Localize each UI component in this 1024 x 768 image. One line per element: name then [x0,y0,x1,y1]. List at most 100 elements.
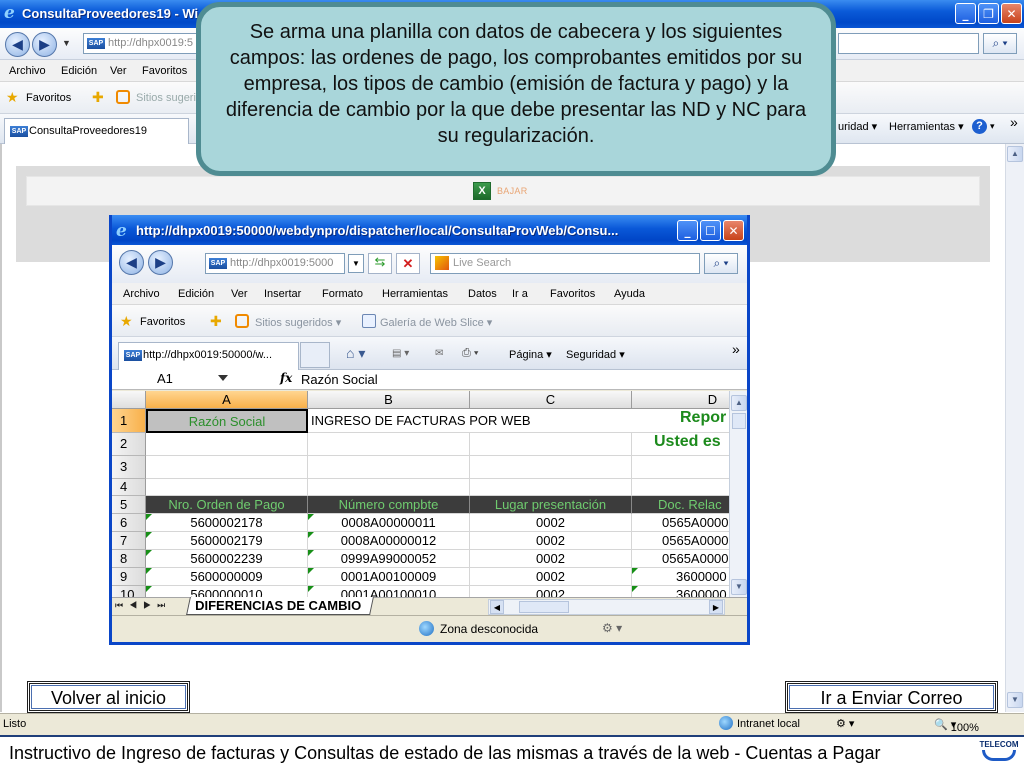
table-cell[interactable]: 0002 [470,568,632,586]
mail-icon[interactable]: ✉ [435,348,443,359]
add-favorite-icon[interactable]: ✚ [92,89,104,106]
excel-icon[interactable]: X [473,182,491,200]
row-header[interactable]: 2 [112,433,146,456]
back-arrow-icon[interactable]: ◀ [119,250,144,275]
cell-c4[interactable] [470,479,632,496]
protected-mode-icon[interactable]: ⚙ ▾ [836,717,854,730]
name-box[interactable]: A1 [115,371,215,388]
scroll-left-icon[interactable]: ◀ [490,600,504,614]
cell-b3[interactable] [308,456,470,479]
table-cell[interactable]: 0565A0000 [632,532,729,550]
cell-c3[interactable] [470,456,632,479]
row-header[interactable]: 6 [112,514,146,532]
cell-b2[interactable] [308,433,470,456]
table-cell[interactable]: 5600002179 [146,532,308,550]
name-box-dropdown-icon[interactable] [218,375,228,381]
cell-b4[interactable] [308,479,470,496]
table-cell[interactable]: 0565A0000 [632,514,729,532]
row-header[interactable]: 3 [112,456,146,479]
feeds-icon[interactable]: ▤ ▾ [392,348,409,359]
table-cell[interactable]: 0008A00000011 [308,514,470,532]
popup-menu-formato[interactable]: Formato [322,288,363,300]
help-icon[interactable]: ? [972,119,987,134]
address-bar[interactable]: SAP http://dhpx0019:5 [83,33,198,54]
protected-mode-icon[interactable]: ⚙ ▾ [602,621,622,635]
header-cell-lugar-presentacion[interactable]: Lugar presentación [470,496,632,514]
table-cell[interactable]: 5600002178 [146,514,308,532]
refresh-icon[interactable]: ⇆ [368,253,392,274]
formula-input[interactable]: Razón Social [301,372,378,387]
popup-menu-herramientas[interactable]: Herramientas [382,288,448,300]
menu-edicion[interactable]: Edición [61,65,97,77]
column-header-c[interactable]: C [470,391,632,409]
herramientas-menu[interactable]: Herramientas ▾ [889,120,964,133]
home-icon[interactable]: ⌂ ▾ [346,345,365,362]
popup-titlebar[interactable]: e http://dhpx0019:50000/webdynpro/dispat… [112,215,747,245]
cell-d4[interactable] [632,479,729,496]
select-all-corner[interactable] [112,391,146,409]
table-cell[interactable]: 0002 [470,586,632,597]
table-cell[interactable]: 0002 [470,514,632,532]
close-button[interactable]: ✕ [1001,3,1022,24]
cell-d3[interactable] [632,456,729,479]
popup-address-bar[interactable]: SAP http://dhpx0019:5000 [205,253,345,274]
fx-icon[interactable]: fx [280,371,292,385]
send-mail-button[interactable]: Ir a Enviar Correo [785,681,998,713]
table-cell[interactable]: 3600000 [632,586,729,597]
sheet-vertical-scrollbar[interactable]: ▲ ▼ [729,391,747,597]
popup-menu-insertar[interactable]: Insertar [264,288,301,300]
add-favorite-icon[interactable]: ✚ [210,313,222,330]
popup-menu-archivo[interactable]: Archivo [123,288,160,300]
zoom-level[interactable]: 🔍 100% ▾ [934,718,979,734]
scroll-up-icon[interactable]: ▲ [1007,146,1023,162]
row-header[interactable]: 7 [112,532,146,550]
toolbar-more[interactable]: » [1010,114,1018,130]
new-tab-button[interactable] [300,342,330,368]
scroll-thumb[interactable] [732,413,746,429]
stop-icon[interactable]: ✕ [396,253,420,274]
cell-a3[interactable] [146,456,308,479]
popup-menu-ayuda[interactable]: Ayuda [614,288,645,300]
table-cell[interactable]: 0001A00100009 [308,568,470,586]
popup-maximize-button[interactable]: ☐ [700,220,721,241]
popup-menu-datos[interactable]: Datos [468,288,497,300]
popup-menu-edicion[interactable]: Edición [178,288,214,300]
header-cell-numero-compbte[interactable]: Número compbte [308,496,470,514]
scroll-down-icon[interactable]: ▼ [731,579,747,595]
spreadsheet-grid[interactable]: A B C D 1 2 3 4 5 6 7 8 9 10 Razón Socia… [112,391,729,597]
table-cell[interactable]: 5600002239 [146,550,308,568]
cell-d1[interactable]: Repor [632,409,729,433]
horizontal-scroll-thumb[interactable] [519,601,569,613]
download-link[interactable]: BAJAR [497,186,528,196]
menu-ver[interactable]: Ver [110,65,127,77]
print-icon[interactable]: ⎙ ▾ [462,347,478,360]
forward-arrow-icon[interactable]: ▶ [148,250,173,275]
forward-arrow-icon[interactable]: ▶ [32,32,57,57]
live-search-input[interactable]: Live Search [430,253,700,274]
cell-d2[interactable]: Usted es [632,433,729,456]
cell-c2[interactable] [470,433,632,456]
table-cell[interactable]: 5600000010 [146,586,308,597]
minimize-button[interactable]: _ [955,3,976,24]
popup-menu-favoritos[interactable]: Favoritos [550,288,595,300]
address-dropdown-icon[interactable]: ▼ [348,254,364,273]
favorites-button[interactable]: Favoritos [26,92,71,104]
popup-pagina-menu[interactable]: Página ▾ [509,348,552,361]
row-header[interactable]: 4 [112,479,146,496]
menu-favoritos[interactable]: Favoritos [142,65,187,77]
table-cell[interactable]: 0999A99000052 [308,550,470,568]
header-cell-orden-pago[interactable]: Nro. Orden de Pago [146,496,308,514]
row-header[interactable]: 8 [112,550,146,568]
popup-web-slice-gallery[interactable]: Galería de Web Slice ▾ [380,316,492,329]
table-cell[interactable]: 0001A00100010 [308,586,470,597]
table-cell[interactable]: 0002 [470,550,632,568]
popup-suggested-sites[interactable]: Sitios sugeridos ▾ [255,316,341,329]
back-arrow-icon[interactable]: ◀ [5,32,30,57]
table-cell[interactable]: 0008A00000012 [308,532,470,550]
row-header[interactable]: 1 [112,409,146,433]
row-header[interactable]: 9 [112,568,146,586]
cell-a4[interactable] [146,479,308,496]
row-header[interactable]: 5 [112,496,146,514]
popup-toolbar-more[interactable]: » [732,341,740,357]
table-cell[interactable]: 0002 [470,532,632,550]
